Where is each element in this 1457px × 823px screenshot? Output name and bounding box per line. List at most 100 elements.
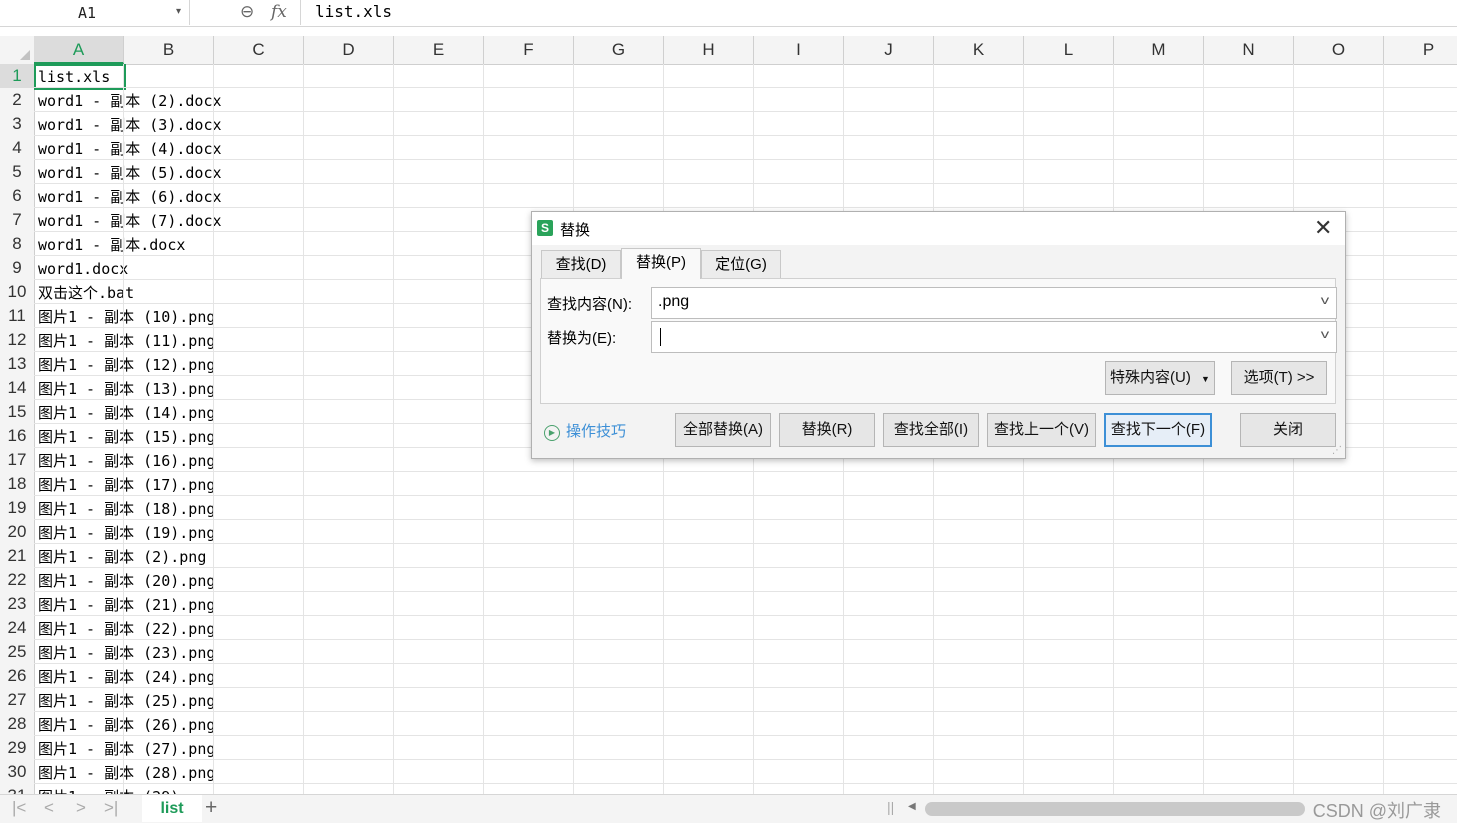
row-header[interactable]: 8: [0, 232, 35, 256]
row-header[interactable]: 9: [0, 256, 35, 280]
cell-a[interactable]: 图片1 - 副本 (16).png: [38, 448, 215, 472]
tab-goto[interactable]: 定位(G): [701, 250, 781, 279]
row-header[interactable]: 26: [0, 664, 35, 688]
row-header[interactable]: 16: [0, 424, 35, 448]
column-header-p[interactable]: P: [1384, 36, 1457, 64]
zoom-icon[interactable]: ⊖: [240, 2, 254, 22]
column-header-n[interactable]: N: [1204, 36, 1294, 64]
cell-a[interactable]: 图片1 - 副本 (17).png: [38, 472, 215, 496]
dialog-titlebar[interactable]: S 替换 ✕: [532, 212, 1345, 245]
row-header[interactable]: 7: [0, 208, 35, 232]
close-icon[interactable]: ✕: [1314, 215, 1332, 241]
resize-grip-icon[interactable]: ⋰: [1332, 445, 1342, 456]
find-next-button[interactable]: 查找下一个(F): [1104, 413, 1212, 447]
close-button[interactable]: 关闭: [1240, 413, 1336, 447]
replace-all-button[interactable]: 全部替换(A): [675, 413, 771, 447]
cell-a[interactable]: 图片1 - 副本 (20).png: [38, 568, 215, 592]
tab-find[interactable]: 查找(D): [541, 250, 621, 279]
row-header[interactable]: 4: [0, 136, 35, 160]
find-previous-button[interactable]: 查找上一个(V): [987, 413, 1096, 447]
scroll-left-icon[interactable]: ◀: [908, 801, 916, 812]
formula-input[interactable]: list.xls: [300, 0, 1457, 25]
row-header[interactable]: 12: [0, 328, 35, 352]
cell-a[interactable]: 图片1 - 副本 (12).png: [38, 352, 215, 376]
column-header-o[interactable]: O: [1294, 36, 1384, 64]
cell-a[interactable]: 图片1 - 副本 (29): [38, 784, 179, 794]
find-all-button[interactable]: 查找全部(I): [883, 413, 979, 447]
cell-a[interactable]: word1 - 副本 (7).docx: [38, 208, 222, 232]
row-header[interactable]: 10: [0, 280, 35, 304]
row-header[interactable]: 31: [0, 784, 35, 794]
row-header[interactable]: 3: [0, 112, 35, 136]
row-header[interactable]: 24: [0, 616, 35, 640]
column-header-h[interactable]: H: [664, 36, 754, 64]
cell-a[interactable]: 图片1 - 副本 (14).png: [38, 400, 215, 424]
column-header-g[interactable]: G: [574, 36, 664, 64]
row-header[interactable]: 2: [0, 88, 35, 112]
cell-a[interactable]: 图片1 - 副本 (24).png: [38, 664, 215, 688]
chevron-down-icon[interactable]: v: [1321, 327, 1329, 341]
cell-a[interactable]: 图片1 - 副本 (15).png: [38, 424, 215, 448]
cell-a[interactable]: 图片1 - 副本 (18).png: [38, 496, 215, 520]
cell-a[interactable]: word1 - 副本 (6).docx: [38, 184, 222, 208]
cell-a[interactable]: 图片1 - 副本 (25).png: [38, 688, 215, 712]
cell-a[interactable]: 图片1 - 副本 (23).png: [38, 640, 215, 664]
first-sheet-icon[interactable]: |<: [12, 798, 26, 818]
row-header[interactable]: 30: [0, 760, 35, 784]
cell-a[interactable]: word1 - 副本 (2).docx: [38, 88, 222, 112]
row-header[interactable]: 11: [0, 304, 35, 328]
cell-a[interactable]: 图片1 - 副本 (13).png: [38, 376, 215, 400]
chevron-down-icon[interactable]: ▾: [176, 6, 181, 17]
cell-a[interactable]: 图片1 - 副本 (21).png: [38, 592, 215, 616]
cell-a[interactable]: word1.docx: [38, 256, 128, 280]
row-header[interactable]: 5: [0, 160, 35, 184]
cell-a[interactable]: 图片1 - 副本 (28).png: [38, 760, 215, 784]
row-header[interactable]: 18: [0, 472, 35, 496]
find-input[interactable]: .png v: [651, 287, 1337, 319]
row-header[interactable]: 15: [0, 400, 35, 424]
cell-a[interactable]: 图片1 - 副本 (22).png: [38, 616, 215, 640]
column-header-a[interactable]: A: [34, 36, 124, 64]
chevron-down-icon[interactable]: v: [1321, 293, 1329, 307]
select-all-corner[interactable]: [0, 36, 35, 64]
row-header[interactable]: 21: [0, 544, 35, 568]
column-header-i[interactable]: I: [754, 36, 844, 64]
column-header-m[interactable]: M: [1114, 36, 1204, 64]
row-header[interactable]: 22: [0, 568, 35, 592]
column-header-c[interactable]: C: [214, 36, 304, 64]
column-header-j[interactable]: J: [844, 36, 934, 64]
horizontal-scrollbar[interactable]: [925, 802, 1305, 816]
tab-replace[interactable]: 替换(P): [621, 248, 701, 279]
cell-a[interactable]: 图片1 - 副本 (27).png: [38, 736, 215, 760]
column-header-b[interactable]: B: [124, 36, 214, 64]
row-header[interactable]: 6: [0, 184, 35, 208]
fx-icon[interactable]: fx: [271, 2, 287, 22]
last-sheet-icon[interactable]: >|: [104, 798, 118, 818]
cell-a[interactable]: word1 - 副本 (4).docx: [38, 136, 222, 160]
column-header-e[interactable]: E: [394, 36, 484, 64]
replace-button[interactable]: 替换(R): [779, 413, 875, 447]
row-header[interactable]: 23: [0, 592, 35, 616]
column-header-f[interactable]: F: [484, 36, 574, 64]
cell-a[interactable]: word1 - 副本 (5).docx: [38, 160, 222, 184]
row-header[interactable]: 28: [0, 712, 35, 736]
row-header[interactable]: 27: [0, 688, 35, 712]
row-header[interactable]: 25: [0, 640, 35, 664]
row-header[interactable]: 17: [0, 448, 35, 472]
tips-link[interactable]: ▶ 操作技巧: [544, 420, 626, 441]
replace-input[interactable]: v: [651, 321, 1337, 353]
prev-sheet-icon[interactable]: <: [44, 798, 54, 818]
row-header[interactable]: 14: [0, 376, 35, 400]
row-header[interactable]: 20: [0, 520, 35, 544]
row-header[interactable]: 29: [0, 736, 35, 760]
scroll-divider-icon[interactable]: ||: [887, 799, 894, 815]
cell-a[interactable]: 图片1 - 副本 (19).png: [38, 520, 215, 544]
cell-a[interactable]: word1 - 副本 (3).docx: [38, 112, 222, 136]
row-header[interactable]: 1: [0, 64, 35, 88]
row-header[interactable]: 19: [0, 496, 35, 520]
add-sheet-button[interactable]: +: [205, 796, 217, 820]
cell-a[interactable]: 图片1 - 副本 (26).png: [38, 712, 215, 736]
name-box[interactable]: A1 ▾: [0, 0, 190, 25]
cell-a[interactable]: word1 - 副本.docx: [38, 232, 185, 256]
options-button[interactable]: 选项(T) >>: [1231, 361, 1327, 395]
